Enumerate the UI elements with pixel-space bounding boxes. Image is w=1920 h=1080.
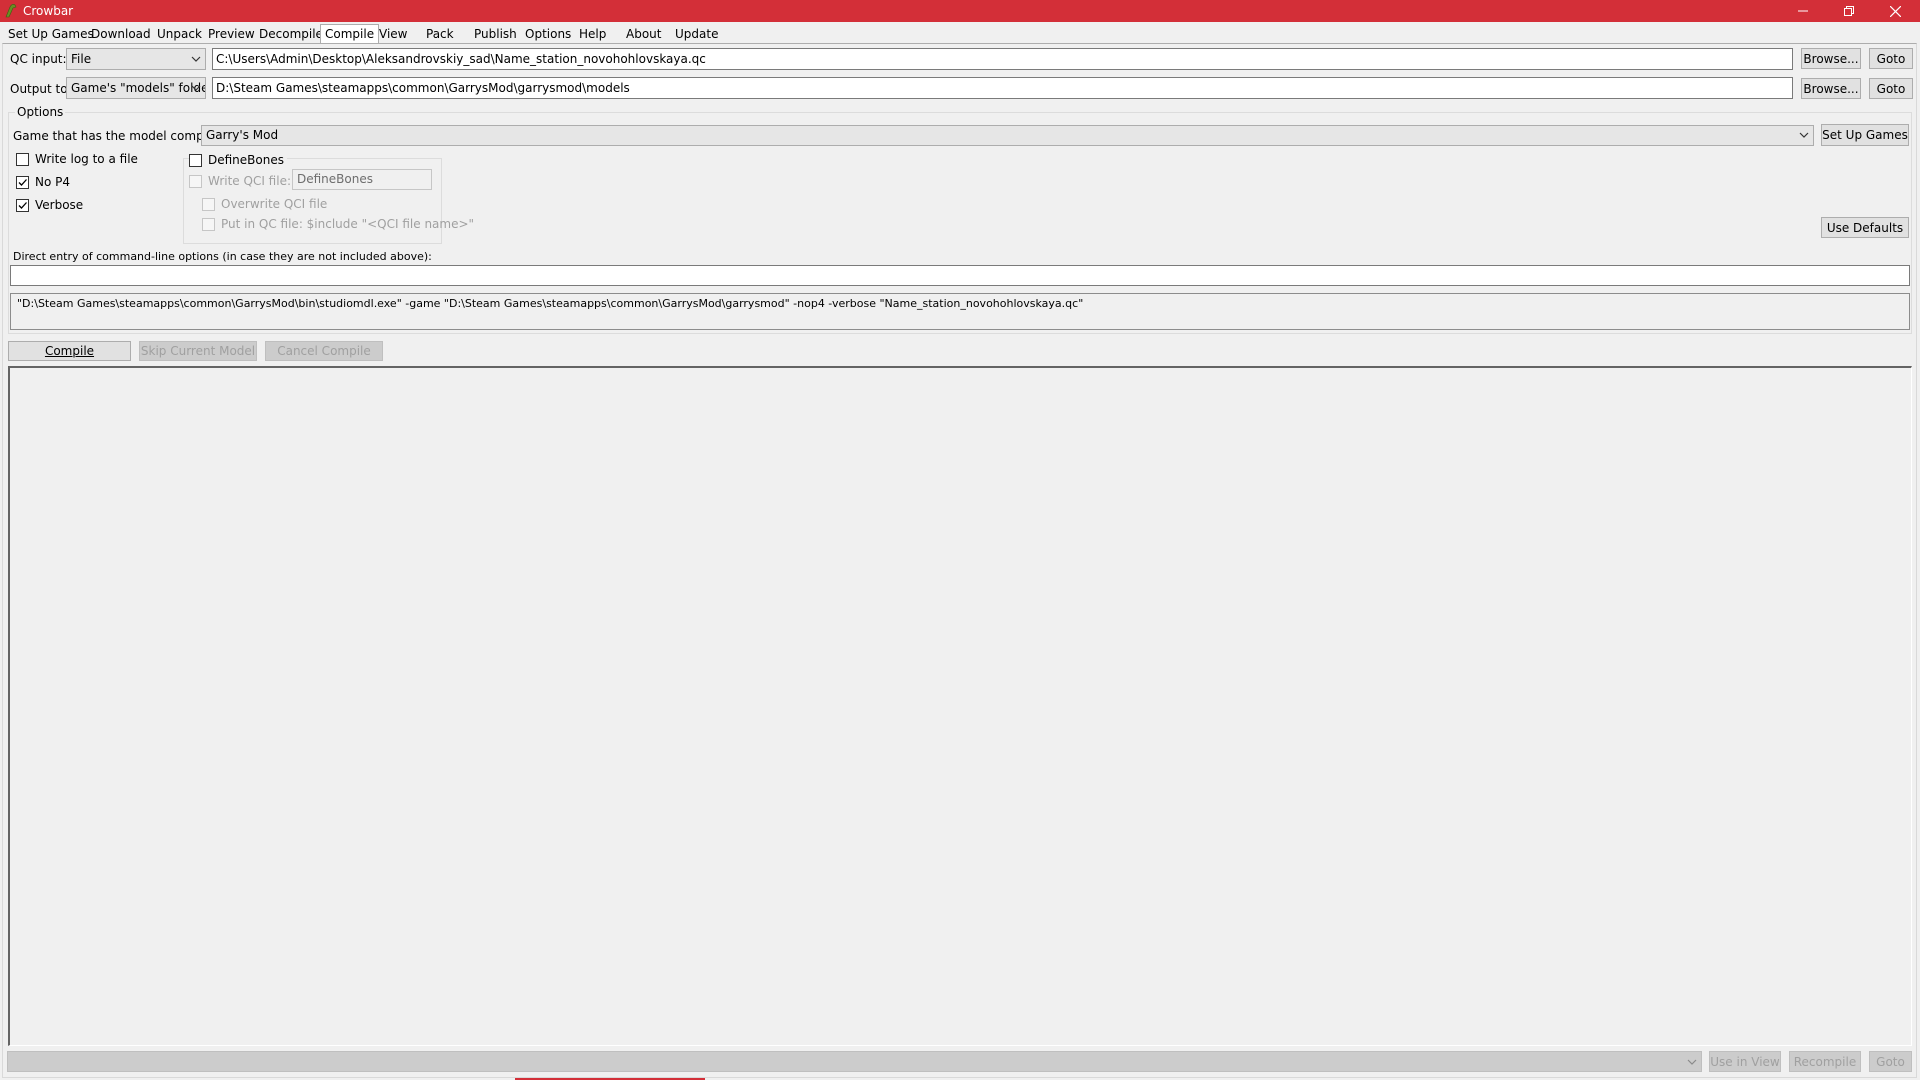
write-qci-checkbox[interactable]: Write QCI file: [189,174,291,188]
bottom-goto-button[interactable]: Goto [1869,1051,1912,1072]
write-log-checkbox[interactable]: Write log to a file [16,152,138,166]
tab-set-up-games[interactable]: Set Up Games [4,26,98,43]
write-log-label: Write log to a file [35,152,138,166]
put-in-qc-label: Put in QC file: $include "<QCI file name… [221,217,475,231]
tab-update[interactable]: Update [671,26,722,43]
tab-view[interactable]: View [375,26,411,43]
game-compiler-value: Garry's Mod [206,128,279,142]
define-bones-label: DefineBones [208,153,284,167]
checkbox-box [189,174,202,188]
verbose-label: Verbose [35,198,84,212]
checkbox-box [16,152,29,166]
output-goto-button[interactable]: Goto [1869,78,1913,99]
checkbox-box [16,175,29,189]
chevron-down-icon [1687,1059,1697,1065]
output-to-mode-value: Game's "models" folde [71,81,206,95]
qc-input-browse-button[interactable]: Browse... [1801,48,1861,69]
recompile-button[interactable]: Recompile [1789,1051,1861,1072]
compiled-files-combo[interactable] [7,1051,1702,1072]
direct-entry-field[interactable] [10,265,1910,286]
set-up-games-button[interactable]: Set Up Games [1821,124,1909,146]
crowbar-app-icon [5,4,17,18]
output-to-label: Output to: [10,82,72,96]
restore-button[interactable] [1826,0,1872,22]
tab-help[interactable]: Help [575,26,610,43]
qc-input-label: QC input: [10,52,67,66]
qc-input-mode-value: File [71,52,92,66]
chevron-down-icon [191,56,201,62]
tab-download[interactable]: Download [87,26,155,43]
game-compiler-combo[interactable]: Garry's Mod [201,125,1814,146]
game-compiler-label: Game that has the model compiler: [13,129,227,143]
skip-current-model-button[interactable]: Skip Current Model [139,341,257,361]
write-qci-label: Write QCI file: [208,174,291,188]
overwrite-qci-label: Overwrite QCI file [221,197,328,211]
tab-bar: Set Up Games Download Unpack Preview Dec… [0,22,1920,44]
qc-input-mode-combo[interactable]: File [66,48,206,70]
direct-entry-label: Direct entry of command-line options (in… [13,250,432,263]
tab-compile[interactable]: Compile [320,24,380,44]
use-defaults-button[interactable]: Use Defaults [1821,217,1909,238]
verbose-checkbox[interactable]: Verbose [16,198,83,212]
tab-preview[interactable]: Preview [204,26,259,43]
tab-options[interactable]: Options [521,26,575,43]
checkbox-box [202,217,215,231]
minimize-icon [1798,10,1808,12]
check-mark-icon [18,178,27,186]
check-mark-icon [18,201,27,209]
define-bones-checkbox[interactable]: DefineBones [189,153,287,167]
tab-decompile[interactable]: Decompile [255,26,327,43]
chevron-down-icon [1799,132,1809,138]
close-button[interactable] [1872,0,1918,22]
qci-file-name-field[interactable]: DefineBones [292,169,432,190]
output-browse-button[interactable]: Browse... [1801,78,1861,99]
tab-publish[interactable]: Publish [470,26,521,43]
no-p4-label: No P4 [35,175,71,189]
qc-input-goto-button[interactable]: Goto [1869,48,1913,69]
compile-button[interactable]: Compile [8,341,131,361]
restore-icon [1844,6,1854,16]
minimize-button[interactable] [1780,0,1826,22]
qc-input-path-field[interactable]: C:\Users\Admin\Desktop\Aleksandrovskiy_s… [212,48,1793,70]
chevron-down-icon [191,85,201,91]
compile-button-label: Compile [44,344,95,358]
checkbox-box [189,153,202,167]
checkbox-box [16,198,29,212]
window-title: Crowbar [23,4,74,18]
checkbox-box [202,197,215,211]
output-path-field[interactable]: D:\Steam Games\steamapps\common\GarrysMo… [212,77,1793,99]
compile-log-area[interactable] [8,366,1912,1046]
close-icon [1889,5,1901,17]
overwrite-qci-checkbox[interactable]: Overwrite QCI file [202,197,327,211]
use-in-view-button[interactable]: Use in View [1709,1051,1781,1072]
no-p4-checkbox[interactable]: No P4 [16,175,70,189]
put-in-qc-checkbox[interactable]: Put in QC file: $include "<QCI file name… [202,217,474,231]
title-bar: Crowbar [0,0,1920,22]
command-line-preview: "D:\Steam Games\steamapps\common\GarrysM… [10,293,1910,330]
tab-pack[interactable]: Pack [422,26,458,43]
cancel-compile-button[interactable]: Cancel Compile [265,341,383,361]
tab-unpack[interactable]: Unpack [153,26,206,43]
output-to-mode-combo[interactable]: Game's "models" folde [66,77,206,99]
options-group-title: Options [15,105,66,119]
tab-about[interactable]: About [622,26,665,43]
